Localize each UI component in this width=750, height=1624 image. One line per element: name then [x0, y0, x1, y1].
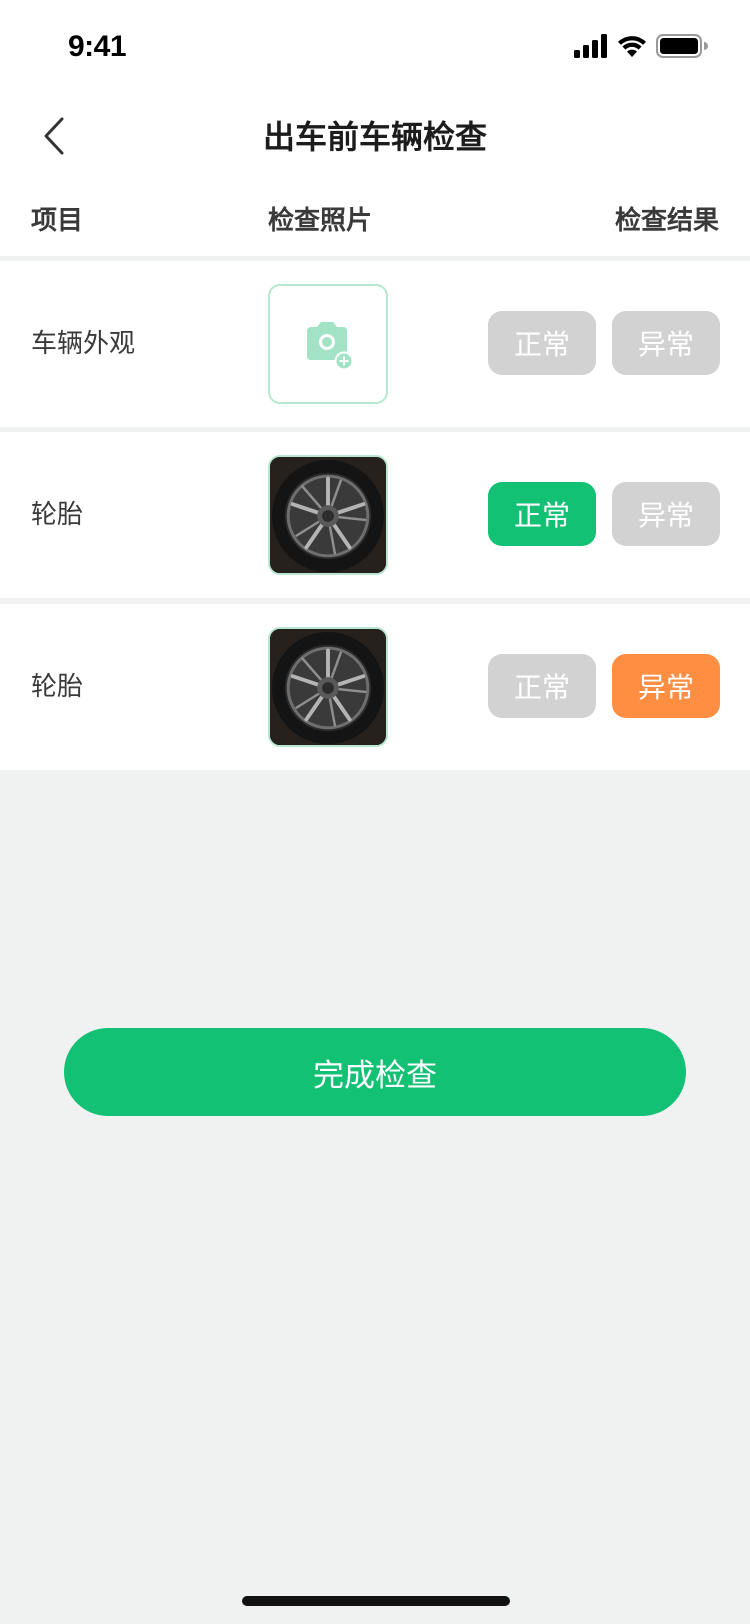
- photo-upload-button[interactable]: [268, 284, 388, 404]
- vehicle-inspection-page: 9:41 出车前车辆检查 项目 检查照片 检查结果 车辆外观 正常 异常 轮胎 …: [0, 0, 750, 1624]
- status-time: 9:41: [68, 30, 127, 63]
- wifi-icon: [618, 36, 646, 57]
- result-abnormal-button[interactable]: 异常: [612, 311, 720, 375]
- tire-photo: [270, 629, 386, 745]
- column-header-result: 检查结果: [614, 206, 719, 236]
- battery-icon: [656, 34, 708, 58]
- result-normal-button[interactable]: 正常: [488, 654, 596, 718]
- result-abnormal-button[interactable]: 异常: [612, 482, 720, 546]
- column-header-item: 项目: [31, 206, 84, 236]
- camera-add-icon: [307, 322, 354, 370]
- page-title: 出车前车辆检查: [262, 118, 487, 156]
- complete-inspection-button[interactable]: 完成检查: [64, 1028, 686, 1116]
- home-indicator: [242, 1596, 510, 1606]
- cellular-signal-icon: [574, 34, 607, 58]
- status-bar: 9:41: [0, 0, 750, 92]
- inspection-row: 轮胎 正常 异常: [0, 604, 750, 770]
- status-icons: [574, 34, 708, 58]
- photo-thumbnail[interactable]: [268, 455, 388, 575]
- table-header: 项目 检查照片 检查结果: [0, 182, 750, 256]
- result-normal-button[interactable]: 正常: [488, 311, 596, 375]
- inspection-item-label: 轮胎: [31, 672, 84, 702]
- inspection-row: 轮胎 正常 异常: [0, 432, 750, 598]
- column-header-photo: 检查照片: [268, 206, 373, 236]
- photo-thumbnail[interactable]: [268, 627, 388, 747]
- result-normal-button[interactable]: 正常: [488, 482, 596, 546]
- inspection-row: 车辆外观 正常 异常: [0, 261, 750, 427]
- nav-bar: 出车前车辆检查: [0, 92, 750, 182]
- tire-photo: [270, 457, 386, 573]
- result-abnormal-button[interactable]: 异常: [612, 654, 720, 718]
- inspection-item-label: 轮胎: [31, 500, 84, 530]
- inspection-item-label: 车辆外观: [31, 329, 136, 359]
